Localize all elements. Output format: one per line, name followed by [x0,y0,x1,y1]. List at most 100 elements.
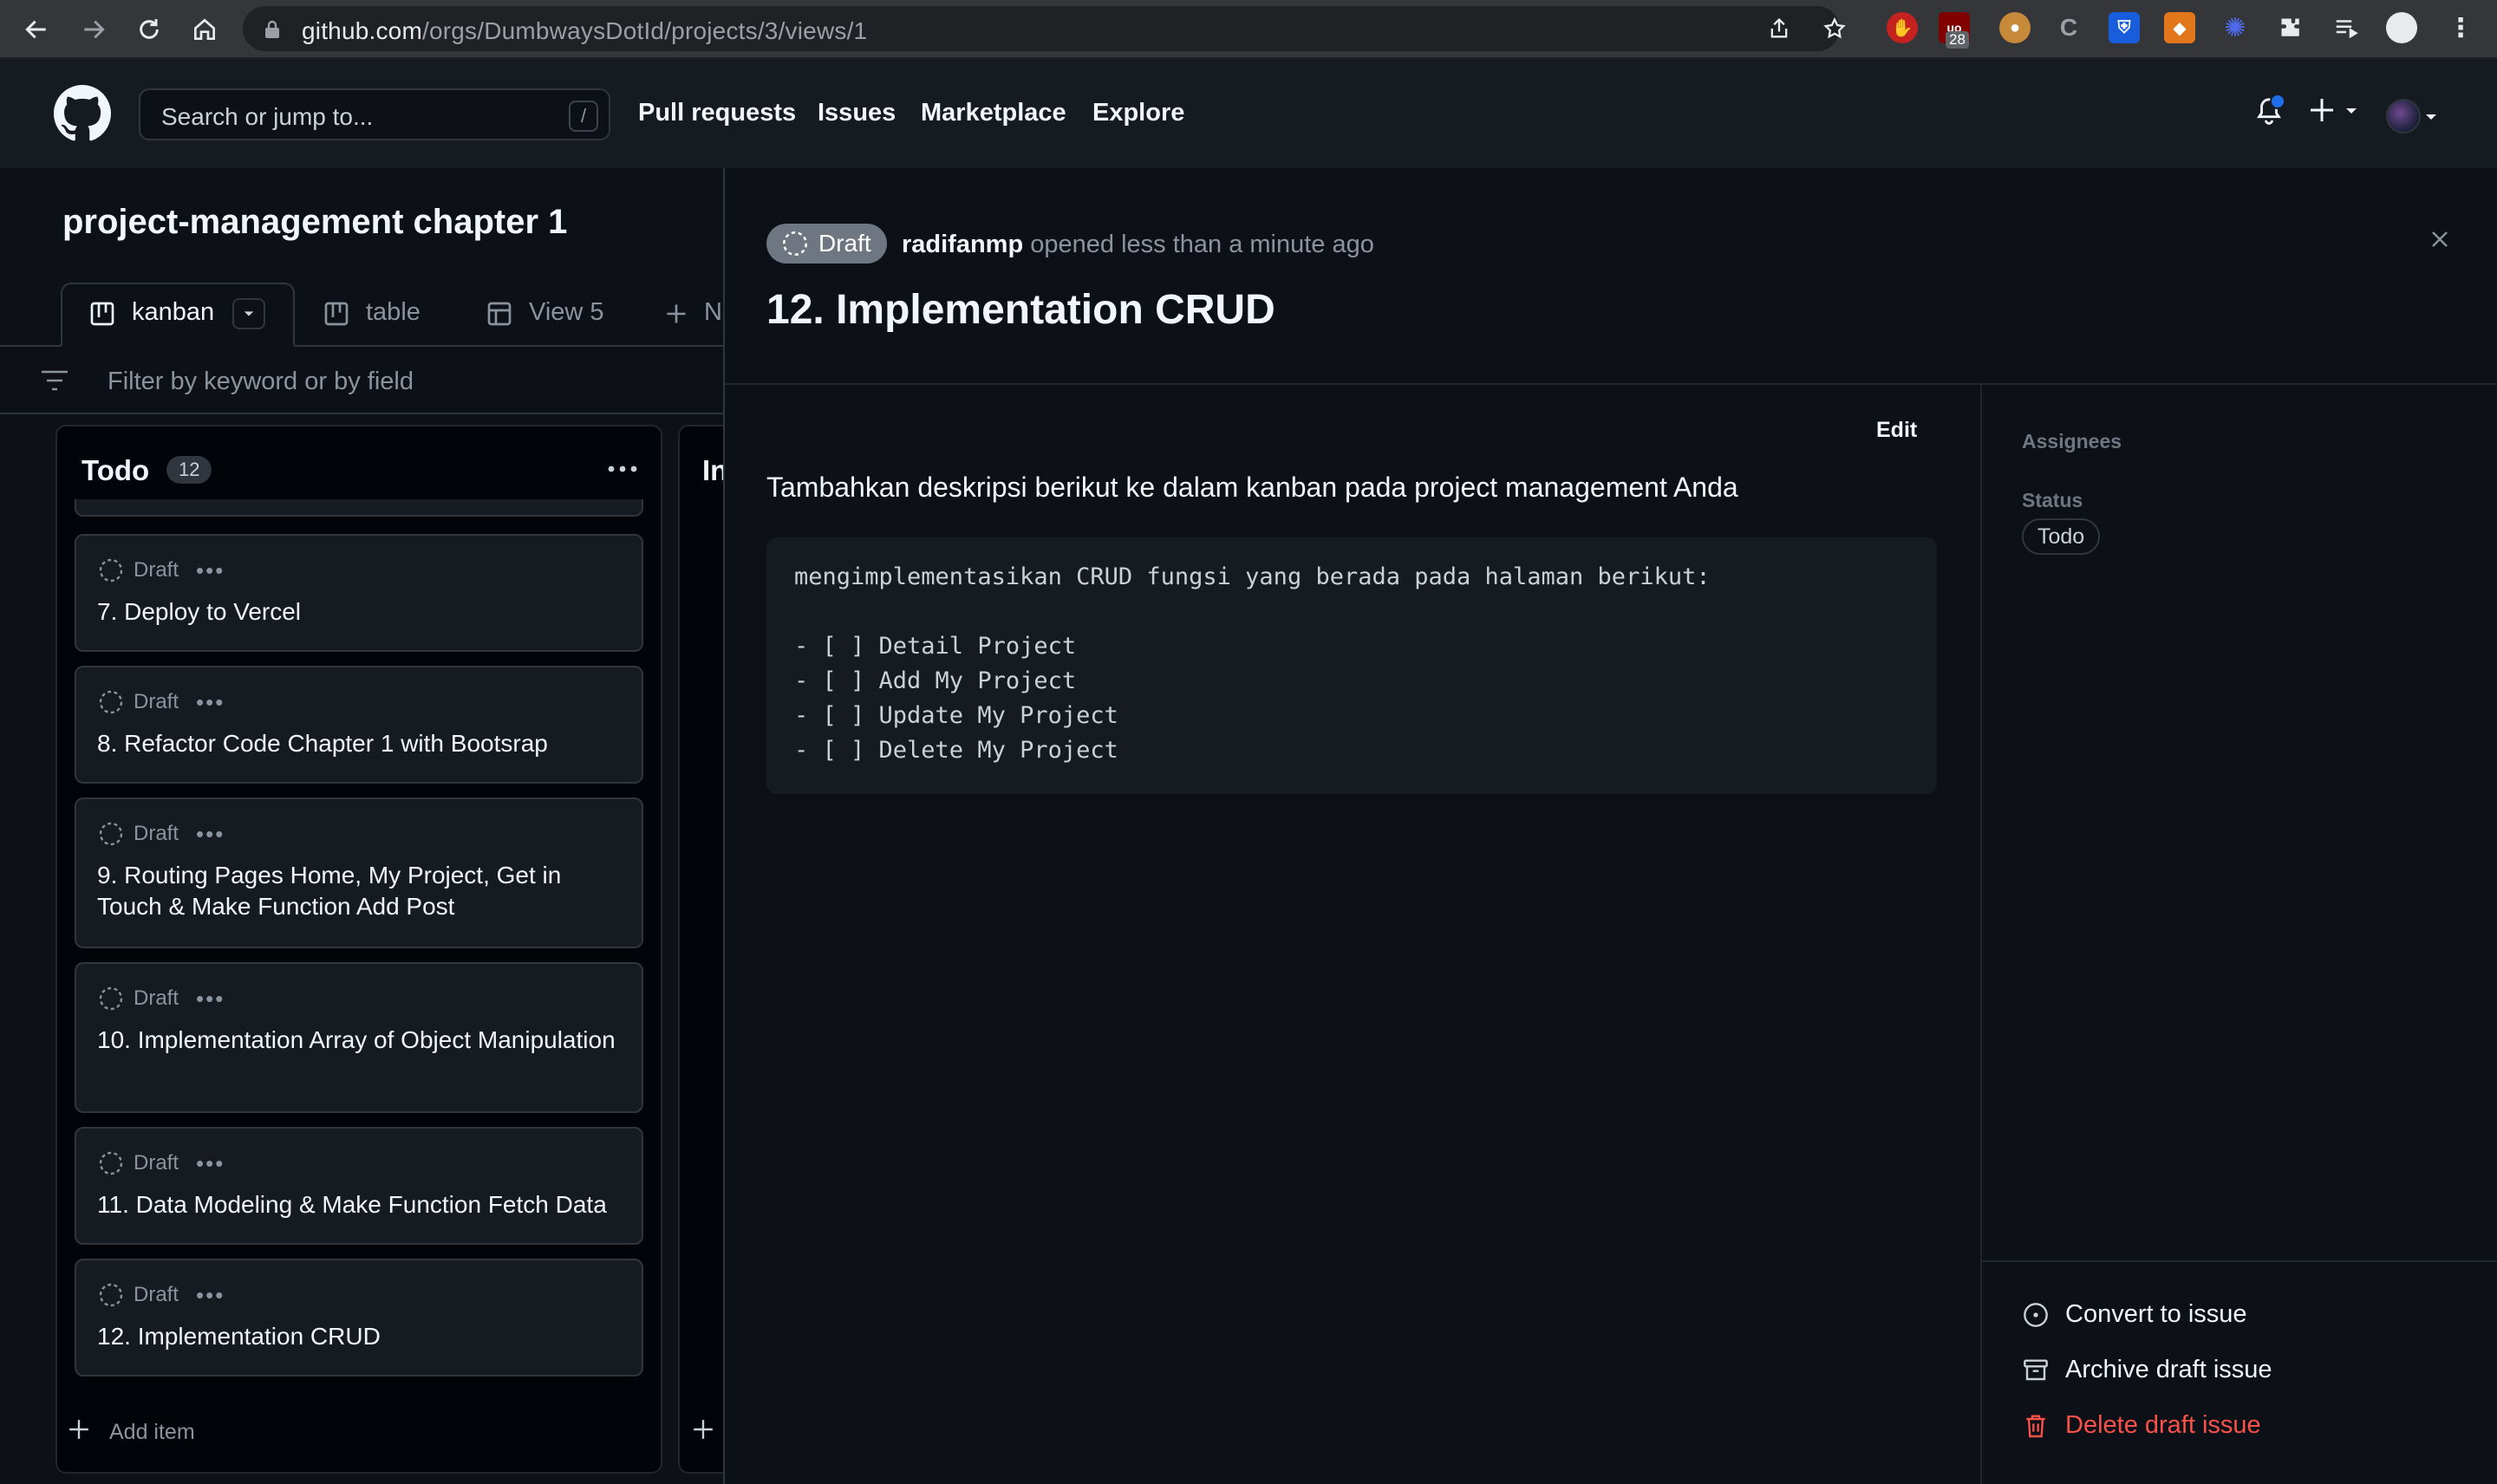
add-item-plus-icon[interactable] [692,1418,714,1441]
user-avatar[interactable] [2386,99,2421,133]
card-item[interactable]: Draft ••• 12. Implementation CRUD [75,1259,643,1377]
add-item-button[interactable]: Add item [109,1420,195,1445]
status-label[interactable]: Status [2022,489,2083,512]
adblock-extension-icon[interactable]: ✋ [1887,12,1918,43]
metamask-extension-icon[interactable]: ◆ [2164,12,2195,43]
search-placeholder: Search or jump to... [161,103,374,130]
opened-time: opened less than a minute ago [1030,231,1374,258]
draft-state-label: Draft [818,230,871,257]
card-state-label: Draft [134,822,179,845]
card-state-label: Draft [134,986,179,1010]
draft-circle-icon [782,231,808,257]
github-header: Search or jump to... / Pull requests Iss… [0,59,2497,168]
draft-circle-icon [99,558,123,583]
tab-table[interactable]: table [366,298,421,327]
search-input[interactable]: Search or jump to... / [139,88,610,140]
cookie-extension-icon[interactable]: ● [1999,12,2031,43]
convert-to-issue-label: Convert to issue [2065,1300,2247,1328]
card-menu-icon[interactable]: ••• [196,1152,225,1175]
trash-icon [2026,1414,2045,1437]
puzzle-extensions-icon[interactable] [2275,12,2306,43]
tab-new-view[interactable]: N [704,298,722,327]
card-title[interactable]: 8. Refactor Code Chapter 1 with Bootsrap [97,728,621,759]
card-partially-scrolled[interactable] [75,499,643,517]
extension-badge: 28 [1946,31,1969,49]
draft-circle-icon [99,986,123,1011]
address-bar[interactable]: github.com/orgs/DumbwaysDotId/projects/3… [243,6,1846,51]
author-link[interactable]: radifanmp [902,231,1023,258]
kebab-menu-icon[interactable]: ⋮ [2445,12,2476,43]
filter-bar[interactable]: Filter by keyword or by field [0,347,723,414]
card-item[interactable]: Draft ••• 10. Implementation Array of Ob… [75,962,643,1113]
notification-dot [2270,94,2285,109]
convert-to-issue-button[interactable]: Convert to issue [2022,1300,2247,1329]
card-state-label: Draft [134,1151,179,1175]
code-extension-icon[interactable]: C [2053,12,2084,43]
card-item[interactable]: Draft ••• 8. Refactor Code Chapter 1 wit… [75,666,643,784]
issue-description: Tambahkan deskripsi berikut ke dalam kan… [766,472,1738,503]
bookmark-star-icon[interactable] [1822,16,1847,41]
add-item-plus-icon[interactable] [68,1418,90,1441]
issue-opened-by: radifanmp opened less than a minute ago [902,231,1374,259]
card-menu-icon[interactable]: ••• [196,823,225,845]
card-item[interactable]: Draft ••• 7. Deploy to Vercel [75,534,643,652]
avatar-chevron-down-icon[interactable] [2424,113,2438,121]
card-title[interactable]: 7. Deploy to Vercel [97,596,621,628]
github-logo-icon[interactable] [54,85,111,142]
assignees-label[interactable]: Assignees [2022,430,2122,453]
snowflake-extension-icon[interactable]: ✺ [2220,12,2251,43]
browser-toolbar: github.com/orgs/DumbwaysDotId/projects/3… [0,0,2497,59]
card-item[interactable]: Draft ••• 11. Data Modeling & Make Funct… [75,1127,643,1245]
filter-input[interactable]: Filter by keyword or by field [108,368,414,396]
nav-pull-requests[interactable]: Pull requests [638,99,796,127]
card-title[interactable]: 10. Implementation Array of Object Manip… [97,1025,621,1056]
close-panel-icon[interactable] [2429,229,2450,250]
board-column-todo: Todo 12 Draft ••• 7. Deploy to Vercel Dr… [55,425,662,1474]
draft-circle-icon [99,690,123,714]
card-menu-icon[interactable]: ••• [196,987,225,1010]
share-icon[interactable] [1767,16,1791,41]
back-icon[interactable] [19,12,54,47]
nav-explore[interactable]: Explore [1092,99,1184,127]
create-new-plus-icon[interactable] [2310,95,2363,125]
board-icon [323,300,350,328]
draft-state-badge: Draft [766,224,887,264]
project-title: project-management chapter 1 [62,203,568,241]
archive-draft-button[interactable]: Archive draft issue [2022,1356,2272,1384]
archive-icon [2024,1358,2048,1380]
card-item[interactable]: Draft ••• 9. Routing Pages Home, My Proj… [75,797,643,948]
actions-divider [1982,1260,2497,1262]
tab-kanban-label: kanban [132,298,215,326]
card-title[interactable]: 9. Routing Pages Home, My Project, Get i… [97,860,621,922]
card-title[interactable]: 12. Implementation CRUD [97,1321,621,1352]
card-title[interactable]: 11. Data Modeling & Make Function Fetch … [97,1189,621,1220]
tab-view-5[interactable]: View 5 [529,298,604,327]
profile-avatar-icon[interactable] [2386,12,2417,43]
card-menu-icon[interactable]: ••• [196,691,225,713]
reload-icon[interactable] [132,12,166,47]
nav-marketplace[interactable]: Marketplace [921,99,1066,127]
draft-circle-icon [99,1151,123,1175]
column-card-list: Draft ••• 7. Deploy to Vercel Draft ••• … [57,499,661,1472]
lock-icon [264,19,281,40]
url-text: github.com/orgs/DumbwaysDotId/projects/3… [302,17,868,44]
home-icon[interactable] [187,12,222,47]
archive-draft-label: Archive draft issue [2065,1356,2272,1383]
board-icon [88,300,116,328]
card-state-label: Draft [134,558,179,582]
column-title: Todo [81,454,150,486]
bitwarden-extension-icon[interactable]: ⛨ [2109,12,2140,43]
nav-issues[interactable]: Issues [818,99,896,127]
card-menu-icon[interactable]: ••• [196,559,225,582]
plus-icon[interactable] [664,302,688,326]
reading-list-icon[interactable] [2331,12,2362,43]
tab-options-chevron-icon[interactable] [232,298,265,329]
forward-icon[interactable] [76,12,111,47]
column-menu-icon[interactable] [607,465,638,473]
delete-draft-button[interactable]: Delete draft issue [2022,1411,2261,1440]
edit-button[interactable]: Edit [1876,418,1917,443]
card-menu-icon[interactable]: ••• [196,1284,225,1306]
status-value-badge[interactable]: Todo [2022,518,2101,555]
code-text: mengimplementasikan CRUD fungsi yang ber… [794,563,1711,764]
card-state-label: Draft [134,690,179,713]
